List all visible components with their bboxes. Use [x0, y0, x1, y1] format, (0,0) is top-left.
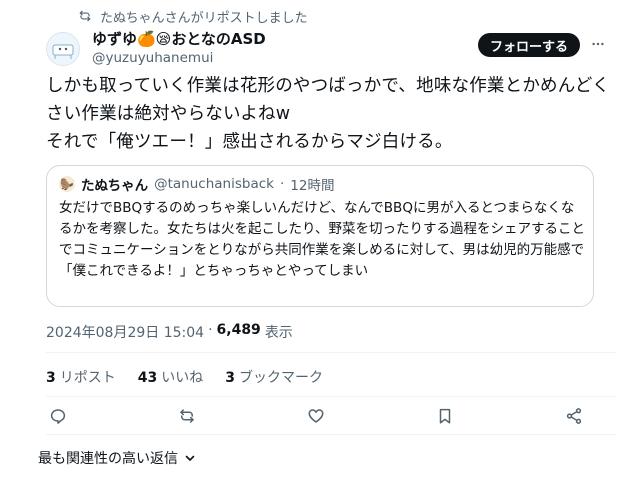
- share-icon[interactable]: [562, 404, 586, 428]
- tweet-text: しかも取っていく作業は花形のやつばっかで、地味な作業とかめんどくさい作業は絶対や…: [46, 76, 610, 152]
- quote-text: 女だけでBBQするのめっちゃ楽しいんだけど、なんでBBQに男が入るとつまらなくな…: [59, 200, 585, 279]
- reposts-label: リポスト: [59, 370, 116, 386]
- repost-icon[interactable]: [175, 404, 199, 428]
- likes-count: 43: [137, 370, 158, 386]
- like-icon[interactable]: [304, 404, 328, 428]
- chevron-down-icon: [185, 455, 195, 461]
- divider: [46, 396, 616, 397]
- action-bar: [46, 404, 586, 428]
- divider: [46, 352, 616, 353]
- replies-sort-dropdown[interactable]: 最も関連性の高い返信: [38, 448, 196, 468]
- author-display-name[interactable]: ゆずゆ🍊😪おとなのASD: [92, 28, 266, 49]
- quote-avatar: 🦫: [59, 176, 75, 192]
- repost-banner[interactable]: たぬちゃんさんがリポストしました: [78, 6, 308, 26]
- quote-tweet-card[interactable]: 🦫 たぬちゃん @tanuchanisback · 12時間 女だけでBBQする…: [46, 165, 594, 307]
- views-count: 6,489: [216, 322, 261, 338]
- follow-button[interactable]: フォローする: [478, 33, 580, 57]
- views-label: 表示: [264, 325, 293, 341]
- reposts-count: 3: [46, 370, 56, 386]
- reposts-stat[interactable]: 3 リポスト: [46, 367, 116, 387]
- engagement-stats: 3 リポスト 43 いいね 3 ブックマーク: [46, 367, 323, 387]
- timestamp[interactable]: 2024年08月29日 15:04: [46, 322, 204, 342]
- replies-sort-label: 最も関連性の高い返信: [38, 451, 178, 467]
- more-options-icon[interactable]: [590, 36, 606, 52]
- quote-header: 🦫 たぬちゃん @tanuchanisback · 12時間: [59, 174, 334, 194]
- reply-icon[interactable]: [46, 404, 70, 428]
- meta-separator: ·: [208, 322, 213, 338]
- tweet-meta: 2024年08月29日 15:04 · 6,489 表示: [46, 322, 293, 342]
- likes-label: いいね: [161, 370, 204, 386]
- repost-banner-text: たぬちゃんさんがリポストしました: [100, 10, 308, 26]
- quote-separator: ·: [279, 176, 285, 192]
- bookmarks-stat[interactable]: 3 ブックマーク: [225, 367, 323, 387]
- author-handle[interactable]: @yuzuyuhanemui: [92, 50, 213, 66]
- likes-stat[interactable]: 43 いいね: [138, 367, 203, 387]
- bookmarks-label: ブックマーク: [238, 370, 323, 386]
- avatar[interactable]: [46, 32, 80, 66]
- quote-author-name: たぬちゃん: [81, 178, 149, 194]
- divider: [46, 434, 616, 435]
- bookmarks-count: 3: [225, 370, 235, 386]
- quote-author-handle: @tanuchanisback: [154, 176, 274, 192]
- bookmark-icon[interactable]: [433, 404, 457, 428]
- quote-time: 12時間: [290, 178, 335, 194]
- repost-icon: [79, 10, 91, 22]
